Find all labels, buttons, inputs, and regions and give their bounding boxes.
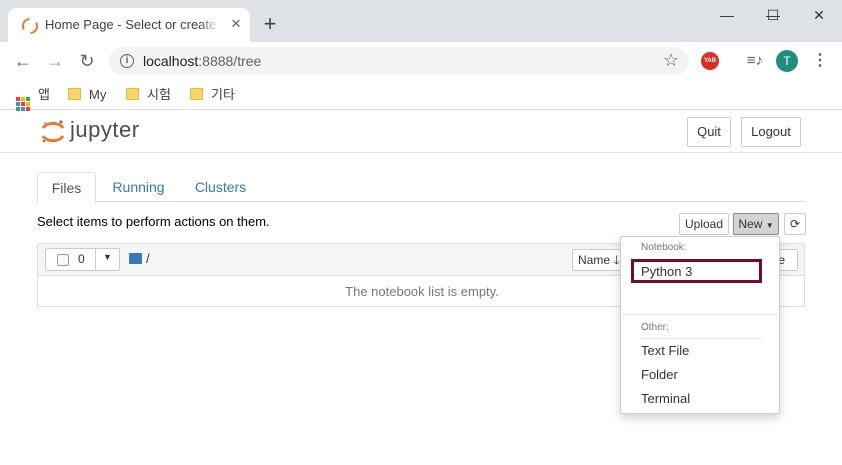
bookmark-apps[interactable]: 앱 [16, 86, 50, 111]
close-window-button[interactable]: ✕ [796, 0, 842, 30]
menu-divider [641, 338, 761, 339]
bookmark-apps-label: 앱 [38, 87, 50, 102]
select-hint-text: Select items to perform actions on them. [37, 214, 270, 229]
bookmarks-bar: 앱 My 시험 기타 [0, 80, 842, 111]
divider [95, 249, 96, 270]
folder-icon [190, 88, 203, 100]
bookmark-exam[interactable]: 시험 [126, 86, 171, 104]
url-text[interactable]: localhost:8888/tree [143, 53, 261, 69]
info-icon[interactable]: i [120, 54, 134, 68]
upload-button[interactable]: Upload [679, 213, 729, 235]
other-section-header: Other: [641, 322, 669, 333]
caret-down-icon: ▼ [765, 221, 774, 230]
select-all-group[interactable]: 0 ▼ [45, 248, 120, 271]
breadcrumb[interactable]: / [146, 251, 150, 266]
sort-name-label: Name [578, 253, 611, 267]
reload-icon[interactable]: ↻ [76, 50, 98, 72]
jupyter-header: jupyter Quit Logout [0, 111, 842, 153]
new-tab-button[interactable]: + [258, 12, 282, 36]
back-icon[interactable]: ← [12, 50, 34, 72]
arrow-down-icon: 🡓 [613, 253, 620, 267]
apps-grid-icon [16, 97, 30, 111]
tab-running[interactable]: Running [105, 172, 172, 202]
new-button[interactable]: New ▼ [733, 213, 779, 235]
forward-icon[interactable]: → [44, 50, 66, 72]
bookmark-label: My [89, 87, 107, 102]
select-all-checkbox[interactable] [57, 254, 69, 266]
bookmark-other[interactable]: 기타 [190, 86, 235, 104]
quit-button[interactable]: Quit [687, 117, 731, 147]
avatar[interactable]: T [776, 50, 798, 72]
new-button-label: New [738, 217, 763, 231]
bookmark-label: 기타 [211, 87, 235, 102]
star-icon[interactable]: ☆ [663, 50, 679, 71]
selected-count: 0 [78, 252, 85, 266]
bookmark-label: 시험 [147, 87, 171, 102]
tab-files[interactable]: Files [37, 172, 96, 203]
folder-icon [68, 88, 81, 100]
logout-button[interactable]: Logout [741, 117, 801, 147]
tab-title: Home Page - Select or create a notebook [45, 17, 220, 32]
menu-item-text-file[interactable]: Text File [641, 343, 689, 358]
sort-name-button[interactable]: Name 🡓 [572, 249, 624, 271]
menu-divider [621, 314, 779, 315]
python3-highlight-box [631, 259, 762, 283]
folder-icon[interactable] [129, 253, 142, 264]
address-bar[interactable]: i localhost:8888/tree ☆ [109, 47, 689, 75]
browser-tab[interactable]: Home Page - Select or create a notebook … [8, 8, 250, 42]
menu-icon[interactable]: ⋮ [812, 51, 828, 71]
tab-close-icon[interactable]: ✕ [229, 17, 243, 31]
yab-extension-icon[interactable]: YAB [701, 52, 719, 70]
playlist-icon[interactable]: ≡♪ [744, 51, 766, 71]
minimize-button-2[interactable]: — [704, 0, 750, 30]
jupyter-favicon-icon [22, 18, 38, 34]
notebook-section-header: Notebook: [641, 242, 687, 253]
maximize-button[interactable]: ☐ [750, 0, 796, 30]
menu-item-terminal[interactable]: Terminal [641, 391, 690, 406]
tab-clusters[interactable]: Clusters [187, 172, 254, 202]
folder-icon [126, 88, 139, 100]
refresh-icon: ⟳ [789, 217, 801, 231]
jupyter-tabs: Files Running Clusters [37, 172, 805, 203]
refresh-button[interactable]: ⟳ [784, 213, 806, 235]
bookmark-my[interactable]: My [68, 86, 106, 104]
caret-down-icon[interactable]: ▼ [103, 252, 112, 262]
menu-item-folder[interactable]: Folder [641, 367, 678, 382]
jupyter-logo-icon[interactable] [40, 119, 66, 145]
jupyter-logo-text[interactable]: jupyter [70, 117, 140, 143]
